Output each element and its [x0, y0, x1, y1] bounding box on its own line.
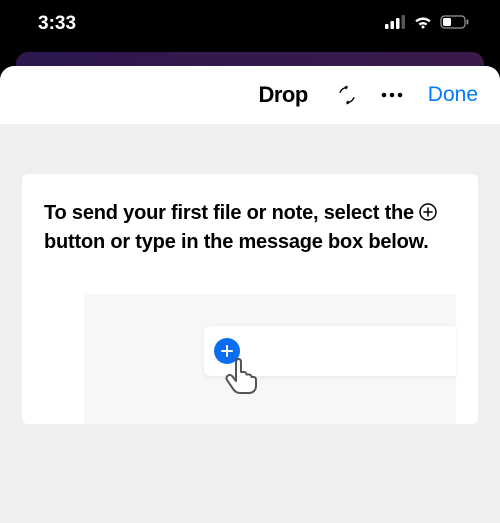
done-button[interactable]: Done: [428, 83, 478, 107]
modal-sheet: Drop Done To send your first file or not…: [0, 66, 500, 523]
illustration: [84, 294, 456, 424]
battery-icon: [440, 15, 470, 34]
cellular-icon: [385, 15, 406, 34]
onboarding-text: To send your first file or note, select …: [44, 200, 456, 256]
onboarding-text-before: To send your first file or note, select …: [44, 202, 419, 224]
more-icon: [380, 91, 404, 99]
sheet-header: Drop Done: [0, 66, 500, 124]
wifi-icon: [413, 15, 433, 34]
status-bar: 3:33: [0, 0, 500, 48]
sheet-body: To send your first file or note, select …: [0, 124, 500, 523]
status-indicators: [385, 15, 470, 34]
status-time: 3:33: [38, 13, 76, 35]
onboarding-text-after: button or type in the message box below.: [44, 231, 429, 253]
sheet-title: Drop: [258, 82, 307, 108]
refresh-icon: [336, 84, 358, 106]
onboarding-card: To send your first file or note, select …: [22, 174, 478, 424]
pointer-hand-icon: [222, 356, 258, 401]
refresh-button[interactable]: [336, 84, 358, 106]
plus-circle-icon: [419, 202, 437, 229]
more-button[interactable]: [380, 91, 404, 99]
